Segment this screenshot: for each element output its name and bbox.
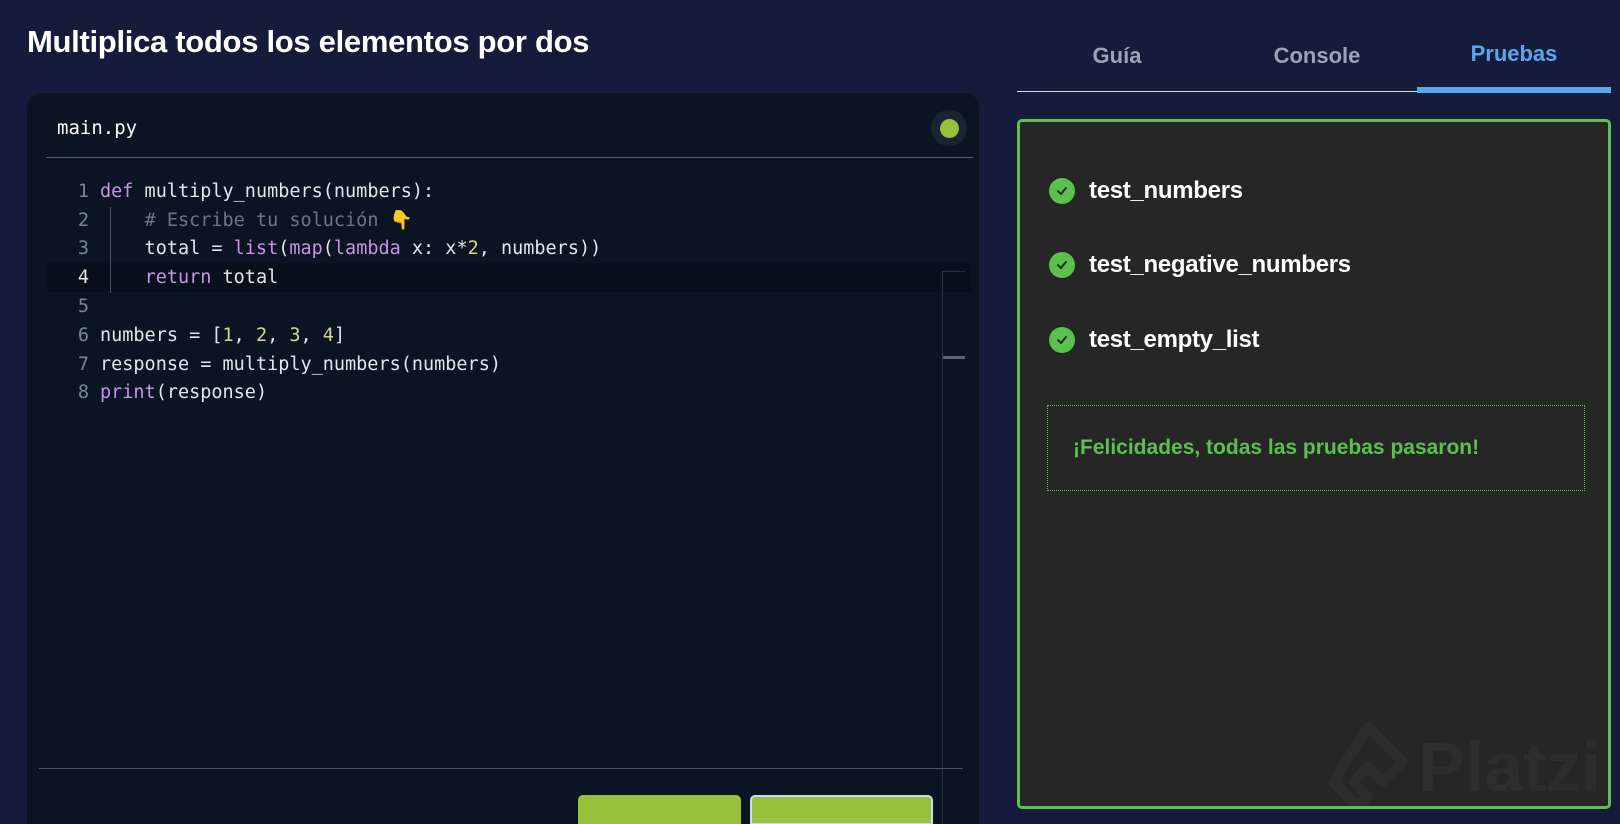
editor-header: main.py [46,93,973,158]
success-message: ¡Felicidades, todas las pruebas pasaron! [1073,436,1480,459]
line-number: 8 [77,382,89,404]
tab-guia[interactable]: Guía [1017,36,1217,92]
test-item: test_empty_list [1049,326,1260,354]
test-name: test_numbers [1089,177,1243,204]
line-number: 2 [77,209,89,231]
code-text[interactable]: total = list(map(lambda x: x*2, numbers)… [100,238,602,259]
line-number: 5 [77,296,89,318]
line-number: 7 [77,353,89,375]
success-message-box: ¡Felicidades, todas las pruebas pasaron! [1047,405,1585,491]
check-circle-icon [1049,327,1075,353]
tests-results-panel: test_numbers test_negative_numbers test_… [1017,119,1611,809]
editor-scrollbar[interactable] [942,271,965,824]
run-button[interactable] [578,795,741,824]
tab-pruebas[interactable]: Pruebas [1417,36,1611,92]
status-dot-icon [939,118,959,138]
line-number: 3 [77,238,89,260]
scroll-thumb[interactable] [943,356,965,359]
active-tab-indicator [1417,87,1611,93]
code-editor-panel: main.py 1 def multiply_numbers(numbers): 2… [27,93,979,824]
code-text[interactable]: response = multiply_numbers(numbers) [100,354,501,375]
check-circle-icon [1049,178,1075,204]
code-text[interactable]: print(response) [100,382,267,403]
check-circle-icon [1049,252,1075,278]
code-line[interactable]: 3 total = list(map(lambda x: x*2, number… [47,235,971,264]
indent-guide [110,207,111,293]
submit-button[interactable] [750,795,933,824]
test-name: test_negative_numbers [1089,251,1351,278]
platzi-logo-icon [1328,722,1408,806]
code-line[interactable]: 7 response = multiply_numbers(numbers) [47,350,971,379]
code-line[interactable]: 4 return total [47,263,971,293]
line-number: 6 [77,324,89,346]
code-text[interactable]: numbers = [1, 2, 3, 4] [100,325,345,346]
test-name: test_empty_list [1089,326,1260,353]
code-area[interactable]: 1 def multiply_numbers(numbers): 2 # Escri… [47,177,971,767]
code-line[interactable]: 6 numbers = [1, 2, 3, 4] [47,321,971,350]
test-item: test_numbers [1049,177,1243,205]
test-item: test_negative_numbers [1049,251,1351,279]
code-text[interactable]: def multiply_numbers(numbers): [100,181,434,202]
page-title: Multiplica todos los elementos por dos [27,24,590,59]
line-number: 1 [77,180,89,202]
code-line[interactable]: 5 [47,292,971,321]
platzi-watermark: Platzi [1328,722,1601,806]
watermark-text: Platzi [1418,728,1601,806]
editor-footer-divider [39,768,963,769]
filename-tab[interactable]: main.py [57,117,137,139]
tab-console[interactable]: Console [1217,36,1417,92]
code-text[interactable]: # Escribe tu solución 👇 [100,209,413,231]
code-line[interactable]: 2 # Escribe tu solución 👇 [47,206,971,235]
code-text[interactable]: return total [100,267,279,288]
status-indicator [931,110,967,146]
right-panel-tabs: Guía Console Pruebas [1017,36,1611,93]
line-number: 4 [77,267,89,289]
code-line[interactable]: 8 print(response) [47,379,971,408]
code-line[interactable]: 1 def multiply_numbers(numbers): [47,177,971,206]
